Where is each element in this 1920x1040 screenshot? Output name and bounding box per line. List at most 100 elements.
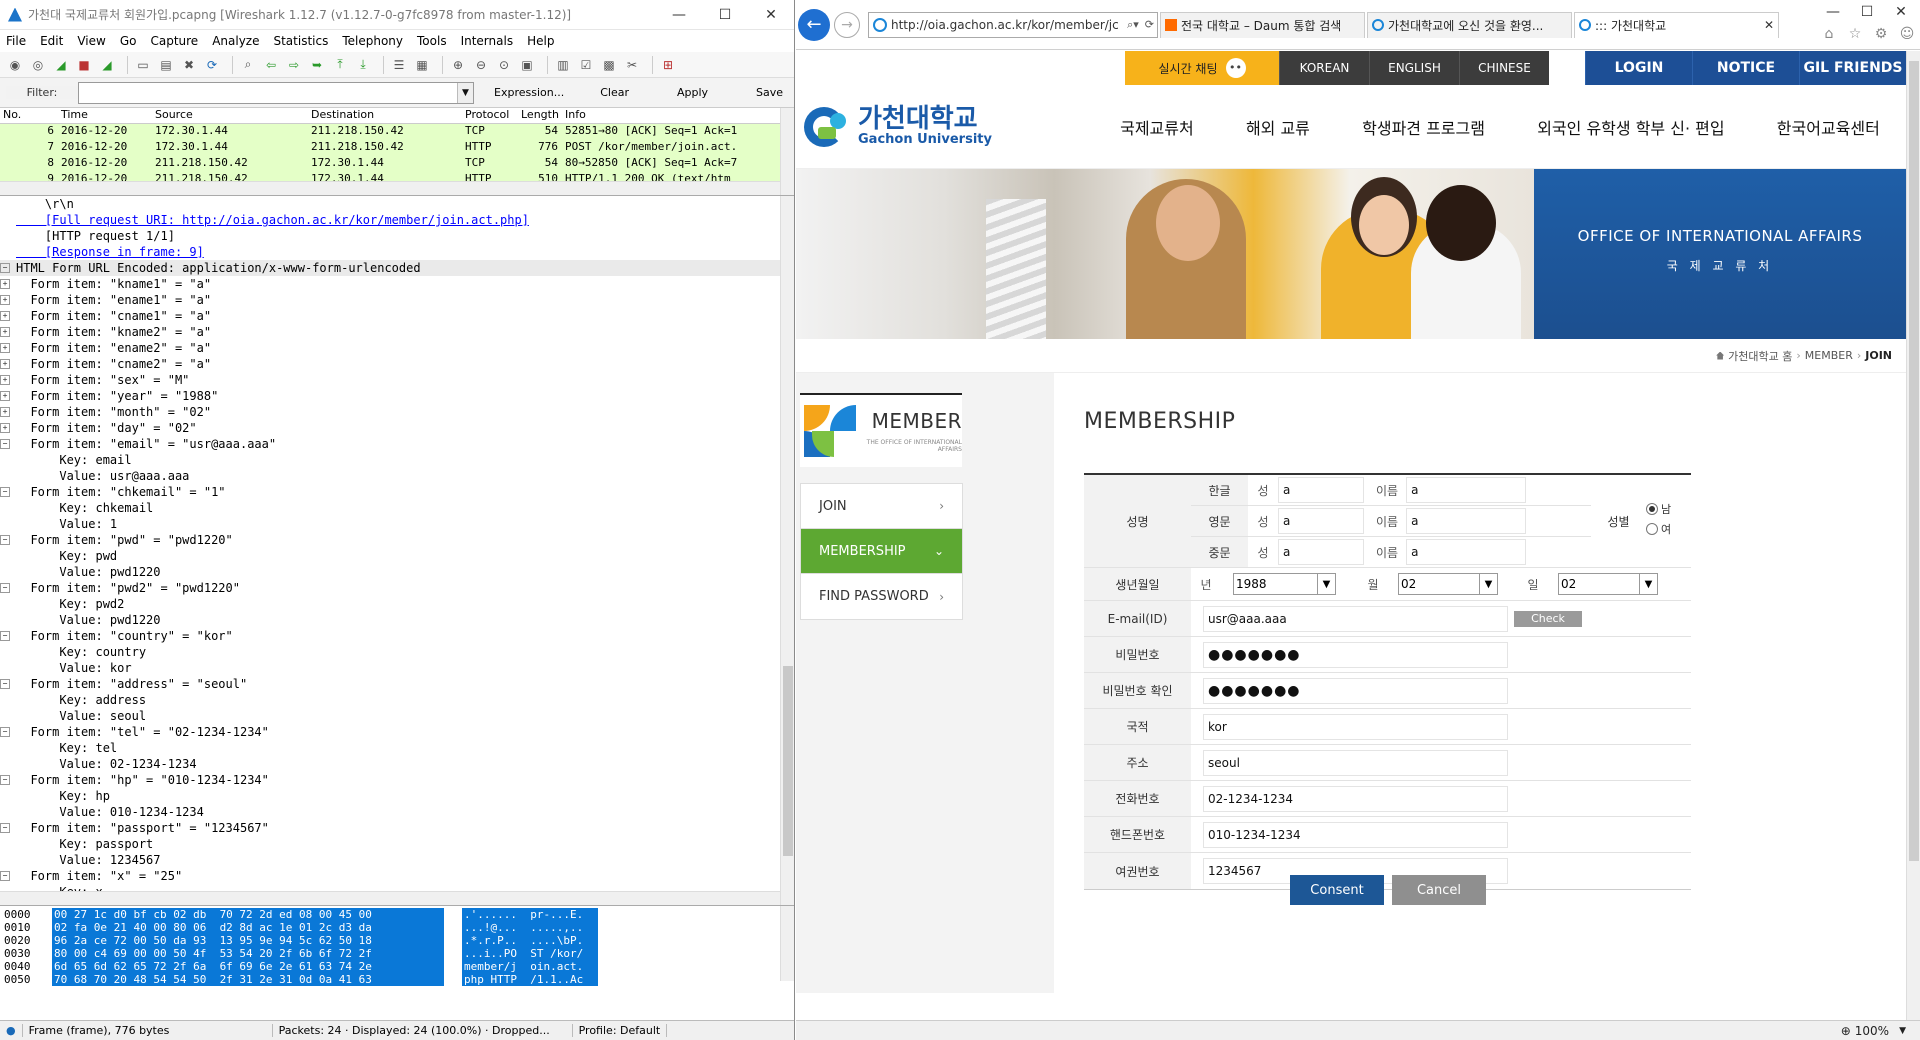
hex-offset[interactable]: 0000 (0, 908, 52, 921)
search-icon[interactable]: ⌕▾ (1124, 18, 1142, 32)
filter-dropdown-icon[interactable]: ▼ (457, 82, 473, 103)
start-capture-icon[interactable]: ◢ (52, 56, 70, 74)
autoscroll-icon[interactable]: ▦ (413, 56, 431, 74)
detail-row[interactable]: + Form item: "kname1" = "a" (0, 276, 794, 292)
detail-row[interactable]: Value: seoul (0, 708, 794, 724)
breadcrumb-member[interactable]: MEMBER (1805, 349, 1853, 362)
col-source[interactable]: Source (152, 108, 308, 123)
collapse-icon[interactable]: − (0, 775, 10, 785)
detail-row[interactable]: − Form item: "chkemail" = "1" (0, 484, 794, 500)
smiley-icon[interactable]: ☺ (1894, 26, 1920, 42)
detail-row[interactable]: − Form item: "email" = "usr@aaa.aaa" (0, 436, 794, 452)
detail-row[interactable]: Value: 010-1234-1234 (0, 804, 794, 820)
detail-row[interactable]: + Form item: "cname1" = "a" (0, 308, 794, 324)
zoom-in-icon[interactable]: ⊕ (449, 56, 467, 74)
menu-file[interactable]: File (6, 34, 26, 48)
details-hscrollbar[interactable] (0, 891, 780, 905)
detail-row[interactable]: Value: kor (0, 660, 794, 676)
detail-row[interactable]: − Form item: "country" = "kor" (0, 628, 794, 644)
forward-arrow-icon[interactable]: → (834, 11, 860, 38)
go-back-icon[interactable]: ⇦ (262, 56, 280, 74)
nav-exchange[interactable]: 해외 교류 (1246, 115, 1310, 139)
detail-row[interactable]: − Form item: "hp" = "010-1234-1234" (0, 772, 794, 788)
back-arrow-icon[interactable]: ← (798, 8, 830, 41)
ename1-input[interactable]: a (1278, 508, 1364, 534)
password-input[interactable]: ●●●●●●● (1203, 641, 1508, 668)
restart-capture-icon[interactable]: ◢ (98, 56, 116, 74)
collapse-icon[interactable]: − (0, 263, 10, 273)
detail-row[interactable]: + Form item: "kname2" = "a" (0, 324, 794, 340)
details-scroll-thumb[interactable] (783, 666, 793, 856)
menu-edit[interactable]: Edit (40, 34, 63, 48)
collapse-icon[interactable]: − (0, 439, 10, 449)
menu-view[interactable]: View (77, 34, 105, 48)
nav-oia[interactable]: 국제교류처 (1120, 115, 1194, 139)
side-nav-join[interactable]: JOIN › (801, 484, 962, 529)
menu-internals[interactable]: Internals (461, 34, 514, 48)
tel-input[interactable]: 02-1234-1234 (1203, 785, 1508, 812)
page-scrollbar[interactable] (1906, 51, 1920, 1020)
details-scrollbar[interactable] (780, 196, 794, 905)
detail-row[interactable]: + Form item: "month" = "02" (0, 404, 794, 420)
apply-button[interactable]: Apply (677, 86, 708, 99)
packet-list-hscrollbar[interactable] (0, 181, 780, 195)
gachon-logo[interactable]: 가천대학교 Gachon University (804, 103, 1094, 151)
detail-row[interactable]: [Response in frame: 9] (0, 244, 794, 260)
detail-row[interactable]: − Form item: "tel" = "02-1234-1234" (0, 724, 794, 740)
collapse-icon[interactable]: − (0, 631, 10, 641)
collapse-icon[interactable]: − (0, 487, 10, 497)
maximize-icon[interactable]: ☐ (1850, 4, 1884, 20)
side-nav-membership[interactable]: MEMBERSHIP ⌄ (801, 529, 962, 574)
country-input[interactable]: kor (1203, 713, 1508, 740)
home-icon[interactable]: ⌂ (1816, 26, 1842, 42)
cname1-input[interactable]: a (1278, 539, 1364, 565)
detail-row[interactable]: Key: pwd2 (0, 596, 794, 612)
expand-icon[interactable]: + (0, 295, 10, 305)
detail-row[interactable]: Value: 02-1234-1234 (0, 756, 794, 772)
gil-friends-link[interactable]: GIL FRIENDS (1799, 51, 1906, 85)
detail-row[interactable]: Key: pwd (0, 548, 794, 564)
breadcrumb-home[interactable]: 가천대학교 홈 (1728, 348, 1792, 364)
hex-bytes[interactable]: 70 68 70 20 48 54 54 50 2f 31 2e 31 0d 0… (52, 973, 444, 986)
first-packet-icon[interactable]: ⤒ (331, 56, 349, 74)
expert-info-icon[interactable]: ● (0, 1024, 23, 1037)
lang-english[interactable]: ENGLISH (1369, 51, 1459, 85)
collapse-icon[interactable]: − (0, 871, 10, 881)
options-icon[interactable]: ◎ (29, 56, 47, 74)
detail-row[interactable]: − Form item: "x" = "25" (0, 868, 794, 884)
packet-list-scrollbar[interactable] (780, 108, 794, 195)
detail-row[interactable]: Key: address (0, 692, 794, 708)
detail-row[interactable]: + Form item: "ename2" = "a" (0, 340, 794, 356)
menu-analyze[interactable]: Analyze (212, 34, 259, 48)
hex-bytes[interactable]: 00 27 1c d0 bf cb 02 db 70 72 2d ed 08 0… (52, 908, 444, 921)
close-file-icon[interactable]: ✖ (180, 56, 198, 74)
expand-icon[interactable]: + (0, 279, 10, 289)
sex-radio-female[interactable]: 여 (1646, 521, 1691, 537)
zoom-level[interactable]: 100% (1855, 1024, 1889, 1038)
menu-statistics[interactable]: Statistics (273, 34, 328, 48)
packet-row[interactable]: 8 2016-12-20 211.218.150.42 172.30.1.44 … (0, 156, 794, 172)
settings-gear-icon[interactable]: ⚙ (1868, 26, 1894, 42)
hex-ascii[interactable]: .*.r.P.. ....\bP. (462, 934, 598, 947)
expand-icon[interactable]: + (0, 407, 10, 417)
hex-ascii[interactable]: member/j oin.act. (462, 960, 598, 973)
browser-tab-active[interactable]: ::: 가천대학교 ✕ (1574, 11, 1779, 38)
side-nav-find-password[interactable]: FIND PASSWORD › (801, 574, 962, 619)
cname2-input[interactable]: a (1406, 539, 1527, 565)
bytes-scrollbar[interactable] (780, 906, 794, 981)
maximize-icon[interactable]: ☐ (702, 7, 748, 23)
detail-row[interactable]: [Full request URI: http://oia.gachon.ac.… (0, 212, 794, 228)
expand-icon[interactable]: + (0, 423, 10, 433)
year-select[interactable]: 1988 ▼ (1233, 573, 1336, 595)
go-to-packet-icon[interactable]: ➥ (308, 56, 326, 74)
cancel-button[interactable]: Cancel (1392, 875, 1486, 905)
minimize-icon[interactable]: — (656, 7, 702, 23)
expand-icon[interactable]: + (0, 327, 10, 337)
collapse-icon[interactable]: − (0, 679, 10, 689)
clear-button[interactable]: Clear (600, 86, 629, 99)
zoom-dropdown-icon[interactable]: ▼ (1899, 1026, 1906, 1036)
detail-row[interactable]: − Form item: "pwd" = "pwd1220" (0, 532, 794, 548)
notice-link[interactable]: NOTICE (1692, 51, 1799, 85)
page-scroll-thumb[interactable] (1909, 61, 1919, 861)
last-packet-icon[interactable]: ⤓ (354, 56, 372, 74)
